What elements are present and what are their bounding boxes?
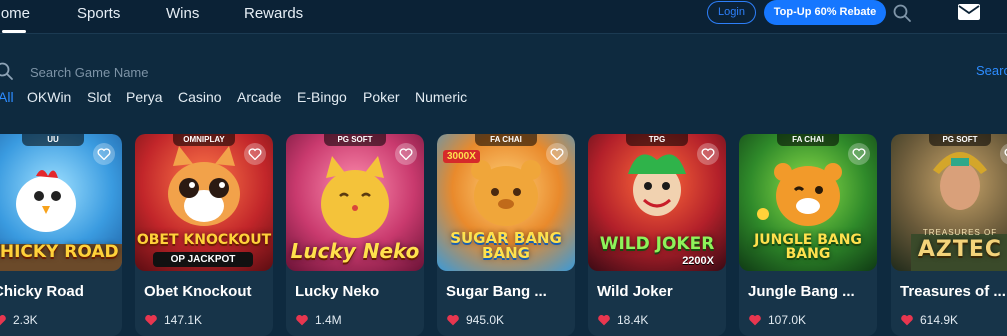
game-art-title: JUNGLE BANG BANG bbox=[754, 232, 862, 262]
heart-outline-icon bbox=[550, 148, 564, 160]
heart-outline-icon bbox=[97, 148, 111, 160]
game-card[interactable]: TPG WILD JOKER 2200X Wild Joker 18.4K bbox=[588, 134, 726, 336]
game-name: Chicky Road bbox=[0, 283, 84, 300]
game-card[interactable]: PG SOFT TREASURES OF AZTEC Treasures of … bbox=[891, 134, 1007, 336]
nav-wins[interactable]: Wins bbox=[166, 5, 199, 22]
heart-icon bbox=[901, 315, 913, 326]
game-search-input[interactable] bbox=[30, 61, 730, 83]
like-count-value: 1.4M bbox=[315, 313, 342, 327]
tab-casino[interactable]: Casino bbox=[178, 89, 222, 105]
heart-icon bbox=[749, 315, 761, 326]
game-thumbnail[interactable]: PG SOFT TREASURES OF AZTEC bbox=[891, 134, 1007, 271]
like-count: 18.4K bbox=[597, 313, 648, 327]
game-thumbnail[interactable]: UU CHICKY ROAD bbox=[0, 134, 122, 271]
multiplier-label: 2200X bbox=[682, 255, 714, 267]
game-art-title: OBET KNOCKOUT bbox=[136, 232, 272, 248]
game-name: Lucky Neko bbox=[295, 283, 380, 300]
heart-outline-icon bbox=[399, 148, 413, 160]
heart-icon bbox=[0, 315, 6, 326]
game-thumbnail[interactable]: FA CHAI 3000X SUGAR BANG BANG bbox=[437, 134, 575, 271]
like-count-value: 18.4K bbox=[617, 313, 649, 327]
game-thumbnail[interactable]: FA CHAI JUNGLE BANG BANG bbox=[739, 134, 877, 271]
favorite-button[interactable] bbox=[244, 143, 266, 165]
game-name: Jungle Bang ... bbox=[748, 283, 855, 300]
like-count: 945.0K bbox=[446, 313, 504, 327]
mail-icon[interactable] bbox=[958, 4, 980, 20]
like-count-value: 147.1K bbox=[164, 313, 203, 327]
game-search-bar: Search bbox=[0, 58, 1007, 84]
like-count-value: 107.0K bbox=[768, 313, 807, 327]
favorite-button[interactable] bbox=[395, 143, 417, 165]
heart-icon bbox=[296, 315, 308, 326]
like-count-value: 945.0K bbox=[466, 313, 505, 327]
tab-arcade[interactable]: Arcade bbox=[237, 89, 281, 105]
provider-badge: FA CHAI bbox=[475, 134, 537, 146]
game-art-title: Lucky Neko bbox=[290, 239, 420, 263]
game-card[interactable]: UU CHICKY ROAD Chicky Road 2.3K bbox=[0, 134, 122, 336]
heart-outline-icon bbox=[248, 148, 262, 160]
game-card[interactable]: OMNIPLAY OBET KNOCKOUT OP JACKPOT Obet K… bbox=[135, 134, 273, 336]
game-thumbnail[interactable]: PG SOFT Lucky Neko bbox=[286, 134, 424, 271]
game-art-title: CHICKY ROAD bbox=[0, 242, 119, 262]
multiplier-badge: 3000X bbox=[443, 150, 480, 163]
game-card[interactable]: FA CHAI JUNGLE BANG BANG Jungle Bang ...… bbox=[739, 134, 877, 336]
nav-rewards[interactable]: Rewards bbox=[244, 5, 303, 22]
tab-perya[interactable]: Perya bbox=[126, 89, 163, 105]
like-count-value: 614.9K bbox=[920, 313, 959, 327]
tab-okwin[interactable]: OKWin bbox=[27, 89, 71, 105]
game-name: Treasures of ... bbox=[900, 283, 1006, 300]
provider-badge: PG SOFT bbox=[929, 134, 991, 146]
game-name: Sugar Bang ... bbox=[446, 283, 547, 300]
tab-poker[interactable]: Poker bbox=[363, 89, 400, 105]
like-count: 2.3K bbox=[0, 313, 38, 327]
like-count: 147.1K bbox=[144, 313, 202, 327]
favorite-button[interactable] bbox=[93, 143, 115, 165]
game-card[interactable]: FA CHAI 3000X SUGAR BANG BANG Sugar Bang… bbox=[437, 134, 575, 336]
top-nav-bar: Home Sports Wins Rewards Login Top-Up 60… bbox=[0, 0, 1007, 34]
game-art-title: AZTEC bbox=[917, 237, 1003, 262]
search-icon bbox=[0, 62, 13, 80]
nav-active-indicator bbox=[2, 30, 26, 33]
provider-badge: UU bbox=[22, 134, 84, 146]
tab-all[interactable]: All bbox=[0, 89, 14, 105]
game-card[interactable]: PG SOFT Lucky Neko Lucky Neko 1.4M bbox=[286, 134, 424, 336]
nav-home[interactable]: Home bbox=[0, 5, 30, 22]
tab-slot[interactable]: Slot bbox=[87, 89, 111, 105]
heart-icon bbox=[598, 315, 610, 326]
like-count: 1.4M bbox=[295, 313, 342, 327]
search-icon[interactable] bbox=[892, 3, 912, 23]
like-count-value: 2.3K bbox=[13, 313, 38, 327]
provider-badge: FA CHAI bbox=[777, 134, 839, 146]
game-art-title: SUGAR BANG BANG bbox=[450, 229, 562, 262]
heart-icon bbox=[447, 315, 459, 326]
nav-sports[interactable]: Sports bbox=[77, 5, 120, 22]
topup-button[interactable]: Top-Up 60% Rebate bbox=[764, 0, 886, 25]
favorite-button[interactable] bbox=[697, 143, 719, 165]
game-thumbnail[interactable]: TPG WILD JOKER 2200X bbox=[588, 134, 726, 271]
like-count: 614.9K bbox=[900, 313, 958, 327]
heart-icon bbox=[145, 315, 157, 326]
game-art-title: WILD JOKER bbox=[599, 234, 715, 254]
like-count: 107.0K bbox=[748, 313, 806, 327]
heart-outline-icon bbox=[852, 148, 866, 160]
jackpot-label: OP JACKPOT bbox=[153, 252, 253, 267]
provider-badge: TPG bbox=[626, 134, 688, 146]
game-thumbnail[interactable]: OMNIPLAY OBET KNOCKOUT OP JACKPOT bbox=[135, 134, 273, 271]
login-button[interactable]: Login bbox=[707, 1, 756, 24]
tab-ebingo[interactable]: E-Bingo bbox=[297, 89, 347, 105]
provider-badge: OMNIPLAY bbox=[173, 134, 235, 146]
game-name: Wild Joker bbox=[597, 283, 673, 300]
tab-numeric[interactable]: Numeric bbox=[415, 89, 467, 105]
game-name: Obet Knockout bbox=[144, 283, 252, 300]
provider-badge: PG SOFT bbox=[324, 134, 386, 146]
heart-outline-icon bbox=[701, 148, 715, 160]
search-button[interactable]: Search bbox=[976, 63, 1007, 78]
favorite-button[interactable] bbox=[848, 143, 870, 165]
favorite-button[interactable] bbox=[546, 143, 568, 165]
game-art-subtitle: TREASURES OF bbox=[922, 228, 998, 237]
